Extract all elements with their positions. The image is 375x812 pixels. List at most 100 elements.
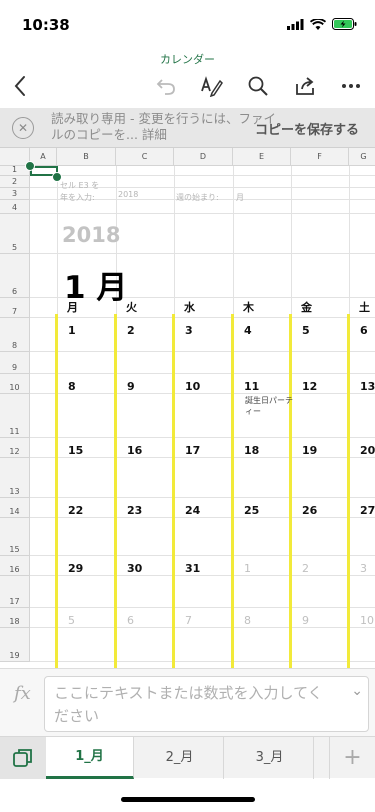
row-header-16[interactable]: 16 — [0, 556, 30, 576]
formula-input[interactable]: ここにテキストまたは数式を入力してください — [44, 676, 369, 732]
year-heading: 2018 — [62, 223, 121, 247]
row-header-10[interactable]: 10 — [0, 374, 30, 394]
row-header-4[interactable]: 4 — [0, 200, 30, 214]
draw-button[interactable] — [198, 72, 226, 100]
tab-sheet-3[interactable]: 3_月 — [226, 737, 314, 779]
undo-button[interactable] — [153, 72, 181, 100]
column-header-g[interactable]: G — [349, 148, 375, 166]
calendar-day-cell[interactable]: 1 — [244, 562, 251, 575]
search-icon — [248, 76, 268, 96]
calendar-day-cell[interactable]: 23 — [127, 504, 142, 517]
row-header-19[interactable]: 19 — [0, 628, 30, 662]
calendar-day-cell[interactable]: 6 — [127, 614, 134, 627]
fx-icon[interactable]: fx — [14, 683, 31, 704]
calendar-day-cell[interactable]: 10 — [185, 380, 200, 393]
undo-icon — [156, 79, 175, 95]
gridline-row-4 — [30, 213, 375, 214]
cell-c3: 2018 — [118, 190, 139, 199]
save-copy-button[interactable]: コピーを保存する — [255, 119, 359, 138]
toolbar — [0, 70, 375, 104]
share-icon — [296, 77, 314, 95]
row-header-15[interactable]: 15 — [0, 518, 30, 556]
calendar-day-cell[interactable]: 9 — [302, 614, 309, 627]
calendar-day-cell[interactable]: 24 — [185, 504, 200, 517]
calendar-day-cell[interactable]: 15 — [68, 444, 83, 457]
calendar-day-cell[interactable]: 3 — [185, 324, 193, 337]
calendar-day-cell[interactable]: 26 — [302, 504, 317, 517]
sheets-overview-button[interactable] — [0, 737, 46, 779]
calendar-day-cell[interactable]: 10 — [360, 614, 374, 627]
row-header-2[interactable]: 2 — [0, 176, 30, 188]
calendar-day-cell[interactable]: 18 — [244, 444, 259, 457]
cell-e3: 月 — [236, 193, 244, 202]
row-header-9[interactable]: 9 — [0, 352, 30, 374]
back-button[interactable] — [6, 72, 34, 100]
row-header-3[interactable]: 3 — [0, 188, 30, 200]
row-header-13[interactable]: 13 — [0, 458, 30, 498]
add-sheet-button[interactable]: + — [329, 737, 375, 779]
highlight-bar-1 — [114, 314, 117, 668]
status-time: 10:38 — [22, 16, 70, 34]
row-header-14[interactable]: 14 — [0, 498, 30, 518]
calendar-day-cell[interactable]: 19 — [302, 444, 317, 457]
calendar-day-cell[interactable]: 3 — [360, 562, 367, 575]
calendar-day-cell[interactable]: 2 — [302, 562, 309, 575]
gridline-row-8 — [30, 351, 375, 352]
signal-icon — [287, 18, 304, 30]
row-header-8[interactable]: 8 — [0, 318, 30, 352]
banner-message[interactable]: 読み取り専用 - 変更を行うには、ファイルのコピーを... 詳細 — [51, 111, 281, 143]
row-header-18[interactable]: 18 — [0, 608, 30, 628]
gridline-row-17 — [30, 607, 375, 608]
calendar-day-cell[interactable]: 6 — [360, 324, 368, 337]
share-button[interactable] — [291, 72, 319, 100]
chevron-down-icon[interactable]: ⌄ — [351, 683, 363, 699]
calendar-day-cell[interactable]: 16 — [127, 444, 142, 457]
row-header-6[interactable]: 6 — [0, 254, 30, 298]
calendar-day-cell[interactable]: 30 — [127, 562, 142, 575]
calendar-day-cell[interactable]: 9 — [127, 380, 135, 393]
tab-sheet-1[interactable]: 1_月 — [46, 737, 134, 779]
calendar-day-cell[interactable]: 2 — [127, 324, 135, 337]
calendar-day-cell[interactable]: 4 — [244, 324, 252, 337]
tab-sheet-2[interactable]: 2_月 — [136, 737, 224, 779]
calendar-day-cell[interactable]: 22 — [68, 504, 83, 517]
column-header-e[interactable]: E — [233, 148, 291, 166]
calendar-day-cell[interactable]: 13 — [360, 380, 375, 393]
calendar-day-cell[interactable]: 29 — [68, 562, 83, 575]
more-icon — [342, 84, 360, 88]
column-header-b[interactable]: B — [57, 148, 116, 166]
gridline-row-1 — [30, 175, 375, 176]
column-header-d[interactable]: D — [174, 148, 233, 166]
gridline-row-9 — [30, 373, 375, 374]
spreadsheet-grid[interactable]: ABCDEFG 1 2 3 4 5 6 7 8 9 10 11 12 13 14 15 16 17 18 19 セル… — [0, 148, 375, 668]
calendar-day-cell[interactable]: 20 — [360, 444, 375, 457]
calendar-day-cell[interactable]: 8 — [244, 614, 251, 627]
highlight-bar-5 — [347, 314, 350, 668]
column-header-c[interactable]: C — [116, 148, 174, 166]
column-header-f[interactable]: F — [291, 148, 349, 166]
calendar-day-cell[interactable]: 8 — [68, 380, 76, 393]
calendar-day-cell[interactable]: 11 — [244, 380, 259, 393]
calendar-day-cell[interactable]: 25 — [244, 504, 259, 517]
row-header-12[interactable]: 12 — [0, 438, 30, 458]
calendar-day-cell[interactable]: 31 — [185, 562, 200, 575]
dismiss-banner-button[interactable]: ✕ — [12, 117, 34, 139]
calendar-day-cell[interactable]: 12 — [302, 380, 317, 393]
selection-handle-start[interactable] — [25, 161, 35, 171]
search-button[interactable] — [244, 72, 272, 100]
calendar-day-cell[interactable]: 5 — [302, 324, 310, 337]
row-header-5[interactable]: 5 — [0, 214, 30, 254]
weekday-header: 月 — [67, 301, 78, 314]
selection-handle-end[interactable] — [52, 172, 62, 182]
calendar-day-cell[interactable]: 17 — [185, 444, 200, 457]
row-header-17[interactable]: 17 — [0, 576, 30, 608]
calendar-day-cell[interactable]: 1 — [68, 324, 76, 337]
calendar-day-cell[interactable]: 7 — [185, 614, 192, 627]
more-button[interactable] — [337, 72, 365, 100]
calendar-day-cell[interactable]: 27 — [360, 504, 375, 517]
row-header-11[interactable]: 11 — [0, 394, 30, 438]
weekday-header: 木 — [243, 301, 254, 314]
calendar-day-cell[interactable]: 5 — [68, 614, 75, 627]
row-header-7[interactable]: 7 — [0, 298, 30, 318]
highlight-bar-0 — [55, 314, 58, 668]
